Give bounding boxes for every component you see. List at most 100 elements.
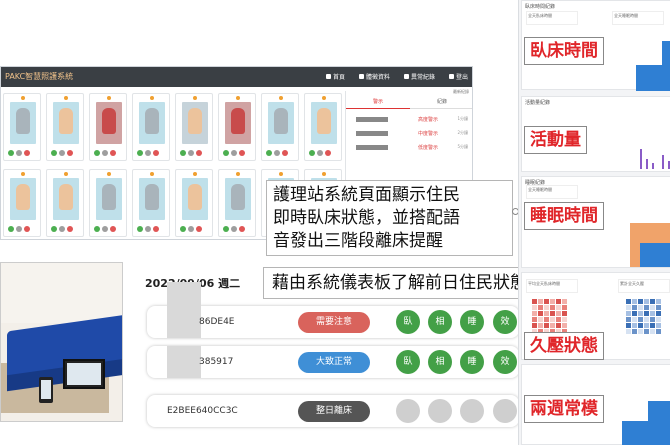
- indicator-icon: [64, 172, 68, 176]
- action-dot[interactable]: [188, 150, 194, 156]
- bed-record-button[interactable]: 臥: [396, 350, 420, 374]
- phone-device: [39, 377, 53, 403]
- bed-card[interactable]: [304, 93, 342, 161]
- bed-card[interactable]: [46, 93, 84, 161]
- action-dot[interactable]: [188, 226, 194, 232]
- action-dot[interactable]: [102, 226, 108, 232]
- action-dot[interactable]: [309, 150, 315, 156]
- heatmap-cell: [538, 311, 543, 316]
- indicator-icon: [64, 96, 68, 100]
- posture-record-button[interactable]: 相: [428, 350, 452, 374]
- nav-logout[interactable]: 登出: [448, 72, 468, 81]
- label-activity: 活動量: [524, 126, 587, 154]
- bed-card[interactable]: [132, 93, 170, 161]
- resident-row[interactable]: E2BEE640CC3C 整日離床: [147, 395, 519, 427]
- action-dot[interactable]: [59, 226, 65, 232]
- heatmap-cell: [644, 323, 649, 328]
- stat-sleep-total: 全天睡眠時間: [526, 185, 578, 199]
- action-dot[interactable]: [325, 150, 331, 156]
- action-dot[interactable]: [59, 150, 65, 156]
- nav-vitals[interactable]: 體徵資料: [358, 72, 390, 81]
- bed-card[interactable]: [3, 93, 41, 161]
- nav-records[interactable]: 異常紀錄: [403, 72, 435, 81]
- action-dot[interactable]: [196, 226, 202, 232]
- posture-record-button[interactable]: 相: [428, 310, 452, 334]
- action-dot[interactable]: [24, 226, 30, 232]
- alert-row[interactable]: 高度警示 1分鐘: [350, 115, 470, 125]
- bed-card[interactable]: [175, 169, 213, 237]
- bed-card[interactable]: [218, 93, 256, 161]
- chart-icon: [358, 74, 364, 79]
- action-dot[interactable]: [317, 150, 323, 156]
- action-dot[interactable]: [153, 226, 159, 232]
- bed-card[interactable]: [3, 169, 41, 237]
- action-dot[interactable]: [239, 150, 245, 156]
- label-pressure: 久壓狀態: [524, 332, 604, 360]
- action-dot[interactable]: [231, 226, 237, 232]
- action-dot[interactable]: [67, 226, 73, 232]
- heatmap-cell: [538, 299, 543, 304]
- station-app-title: PAKC智慧照護系統: [5, 72, 74, 81]
- indicator-icon: [322, 96, 326, 100]
- action-dot[interactable]: [24, 150, 30, 156]
- resident-figure-icon: [16, 108, 30, 134]
- action-dot[interactable]: [94, 150, 100, 156]
- action-dot[interactable]: [102, 150, 108, 156]
- resident-row[interactable]: 86DE4E 需要注意 臥 相 睡 效: [147, 282, 519, 338]
- resident-row[interactable]: 385917 大致正常 臥 相 睡 效: [147, 346, 519, 378]
- action-dot[interactable]: [223, 226, 229, 232]
- action-dot[interactable]: [94, 226, 100, 232]
- status-button[interactable]: 需要注意: [298, 312, 370, 333]
- efficiency-record-button[interactable]: 效: [493, 350, 517, 374]
- alert-row[interactable]: 低度警示 5分鐘: [350, 143, 470, 153]
- action-dot[interactable]: [239, 226, 245, 232]
- action-dot[interactable]: [16, 226, 22, 232]
- bed-card[interactable]: [132, 169, 170, 237]
- action-dot[interactable]: [266, 150, 272, 156]
- bed-record-button-disabled: [396, 399, 420, 423]
- heatmap-cell: [632, 329, 637, 334]
- action-dot[interactable]: [51, 226, 57, 232]
- action-dot[interactable]: [67, 150, 73, 156]
- bed-card[interactable]: [261, 93, 299, 161]
- heatmap-cell: [644, 329, 649, 334]
- station-nav: 首頁 體徵資料 異常紀錄 登出: [325, 72, 468, 81]
- action-dot[interactable]: [110, 150, 116, 156]
- action-dot[interactable]: [8, 150, 14, 156]
- efficiency-record-button[interactable]: 效: [493, 310, 517, 334]
- action-dot[interactable]: [223, 150, 229, 156]
- bed-card[interactable]: [89, 93, 127, 161]
- heatmap-cell: [656, 323, 661, 328]
- sleep-record-button[interactable]: 睡: [460, 310, 484, 334]
- action-dot[interactable]: [180, 150, 186, 156]
- bed-record-button[interactable]: 臥: [396, 310, 420, 334]
- action-dot[interactable]: [137, 226, 143, 232]
- bed-card[interactable]: [46, 169, 84, 237]
- action-dot[interactable]: [180, 226, 186, 232]
- indicator-icon: [150, 172, 154, 176]
- action-dot[interactable]: [110, 226, 116, 232]
- stat-avg-bed-time: 平均全天臥床時間: [526, 279, 578, 293]
- action-dot[interactable]: [137, 150, 143, 156]
- nav-home[interactable]: 首頁: [325, 72, 345, 81]
- action-dot[interactable]: [196, 150, 202, 156]
- action-dot[interactable]: [153, 150, 159, 156]
- action-dot[interactable]: [145, 226, 151, 232]
- status-button[interactable]: 整日離床: [298, 401, 370, 422]
- tab-records[interactable]: 紀錄: [410, 95, 472, 109]
- bed-card[interactable]: [218, 169, 256, 237]
- alert-row[interactable]: 中度警示 2分鐘: [350, 129, 470, 139]
- bed-card[interactable]: [89, 169, 127, 237]
- status-button[interactable]: 大致正常: [298, 352, 370, 373]
- action-dot[interactable]: [51, 150, 57, 156]
- action-dot[interactable]: [16, 150, 22, 156]
- bed-card[interactable]: [175, 93, 213, 161]
- action-dot[interactable]: [8, 226, 14, 232]
- action-dot[interactable]: [231, 150, 237, 156]
- action-dot[interactable]: [274, 150, 280, 156]
- sleep-record-button[interactable]: 睡: [460, 350, 484, 374]
- action-dot[interactable]: [145, 150, 151, 156]
- tab-alerts[interactable]: 警示: [346, 95, 410, 109]
- resident-figure-icon: [188, 108, 202, 134]
- action-dot[interactable]: [282, 150, 288, 156]
